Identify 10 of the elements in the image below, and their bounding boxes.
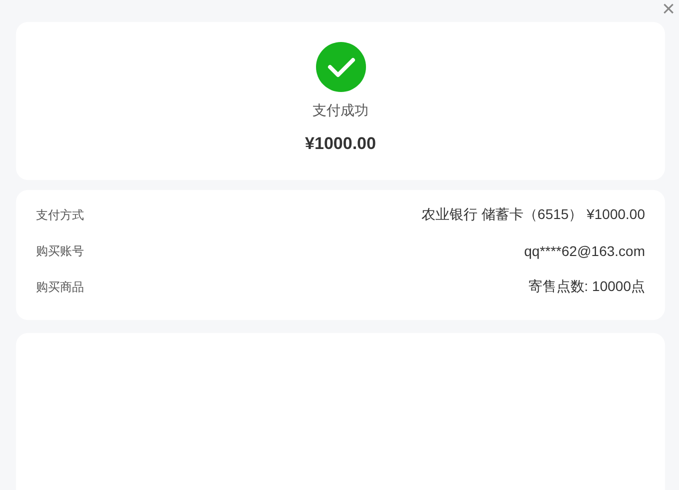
payment-status: 支付成功 xyxy=(312,102,368,120)
success-check-icon xyxy=(316,42,366,92)
detail-label: 购买商品 xyxy=(36,278,84,296)
detail-label: 支付方式 xyxy=(36,206,84,224)
detail-value: 农业银行 储蓄卡（6515） ¥1000.00 xyxy=(422,206,645,224)
close-button[interactable]: × xyxy=(660,0,677,21)
detail-label: 购买账号 xyxy=(36,242,84,260)
detail-value: 寄售点数: 10000点 xyxy=(528,278,645,296)
detail-value: qq****62@163.com xyxy=(524,243,645,259)
payment-amount: ¥1000.00 xyxy=(305,134,376,154)
